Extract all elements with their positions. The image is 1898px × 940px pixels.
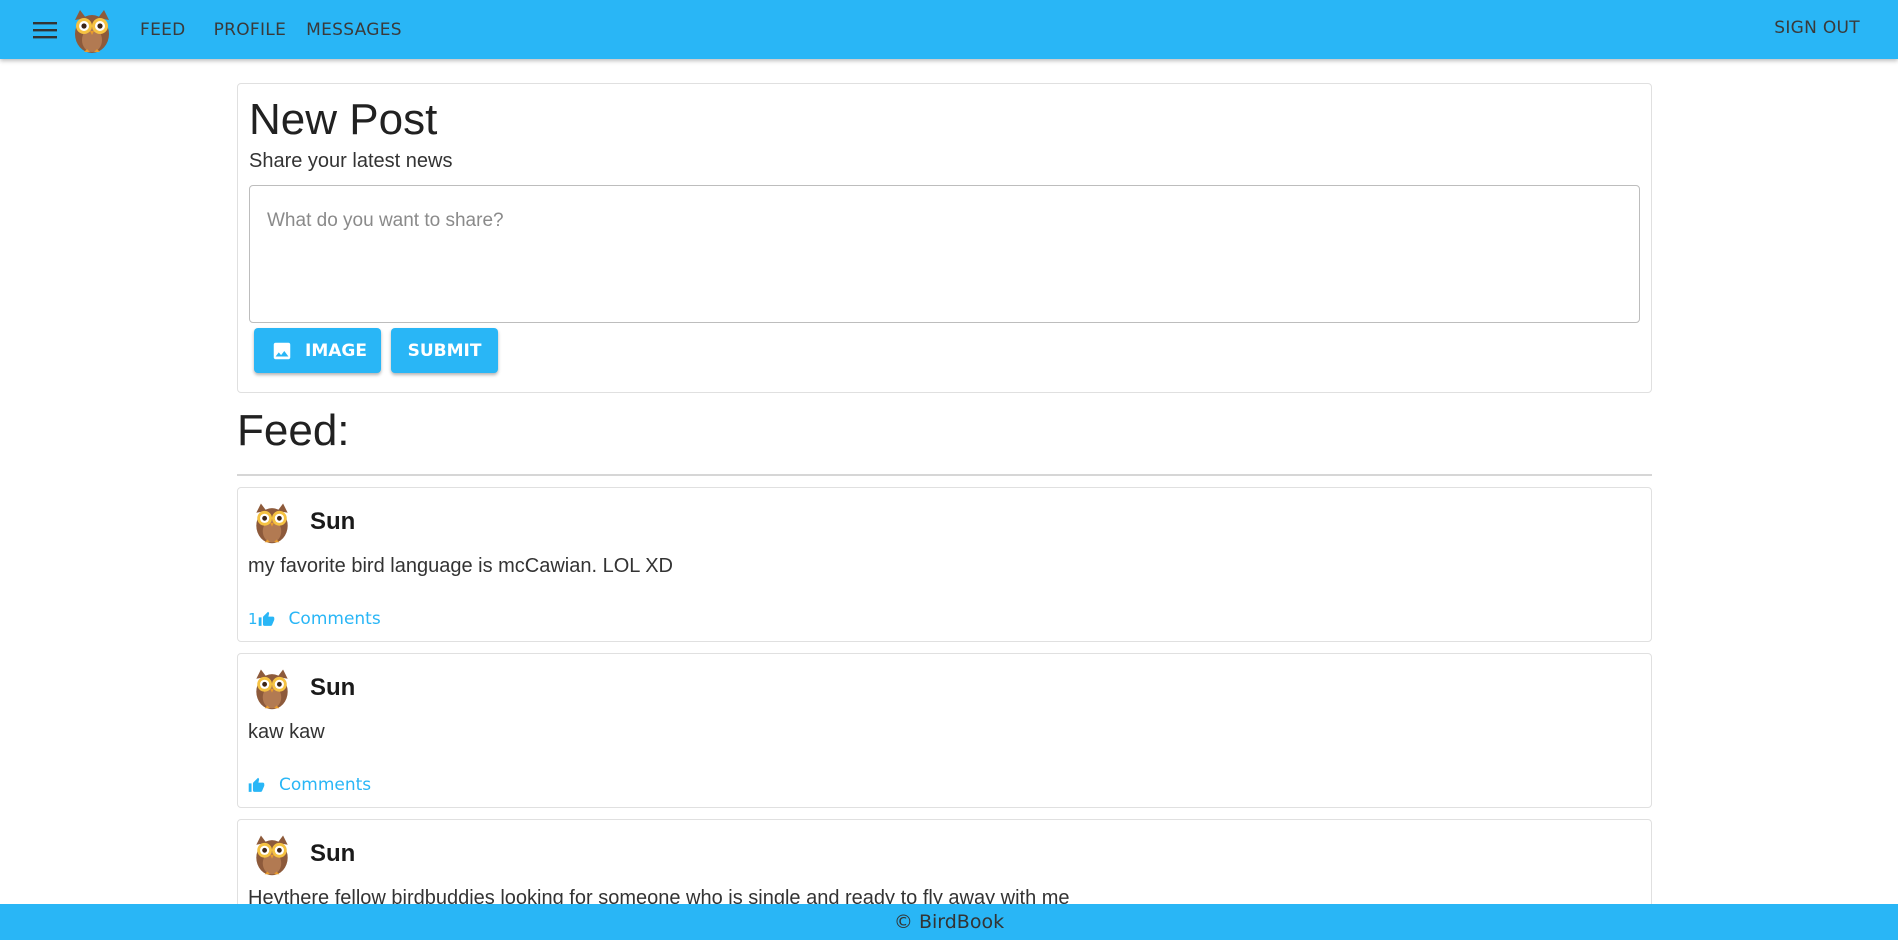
new-post-title: New Post <box>249 95 438 144</box>
like-button[interactable]: 1 <box>248 610 275 628</box>
post-header: Sun <box>248 663 1641 713</box>
image-icon <box>273 342 291 359</box>
nav-profile[interactable]: Profile <box>204 12 297 48</box>
new-post-subtitle: Share your latest news <box>249 150 453 172</box>
post-footer: 1 Comments <box>248 606 1641 632</box>
post-header: Sun <box>248 829 1641 879</box>
owl-avatar[interactable] <box>248 830 296 878</box>
thumb-up-icon <box>248 777 265 792</box>
nav-messages[interactable]: Messages <box>296 12 412 48</box>
nav-feed[interactable]: Feed <box>130 12 196 48</box>
like-count: 1 <box>248 610 258 628</box>
thumb-up-icon <box>258 611 274 626</box>
feed-divider <box>237 474 1652 476</box>
submit-button[interactable]: Submit <box>391 328 498 373</box>
post-author[interactable]: Sun <box>310 840 355 868</box>
new-post-card: New Post Share your latest news Image Su… <box>237 83 1652 393</box>
feed-title: Feed: <box>237 406 350 455</box>
top-app-bar: Feed Profile Messages Sign Out <box>0 0 1898 59</box>
owl-avatar[interactable] <box>248 498 296 546</box>
owl-logo[interactable] <box>66 4 118 56</box>
menu-icon[interactable] <box>30 15 60 45</box>
feed-post: Sun my favorite bird language is mcCawia… <box>237 487 1652 642</box>
post-author[interactable]: Sun <box>310 508 355 536</box>
post-text: kaw kaw <box>248 721 325 743</box>
like-button[interactable] <box>248 777 265 794</box>
post-text: my favorite bird language is mcCawian. L… <box>248 555 673 577</box>
comments-link[interactable]: Comments <box>289 609 381 629</box>
footer: © BirdBook <box>0 904 1898 940</box>
image-button-label: Image <box>305 340 367 361</box>
post-text-input[interactable] <box>249 185 1640 323</box>
feed-post: Sun kaw kaw Comments <box>237 653 1652 808</box>
sign-out-button[interactable]: Sign Out <box>1774 18 1860 38</box>
post-footer: Comments <box>248 772 1641 798</box>
image-upload-button[interactable]: Image <box>254 328 381 373</box>
main-nav: Feed Profile Messages <box>130 12 412 48</box>
comments-link[interactable]: Comments <box>279 775 371 795</box>
post-author[interactable]: Sun <box>310 674 355 702</box>
post-header: Sun <box>248 497 1641 547</box>
owl-avatar[interactable] <box>248 664 296 712</box>
new-post-actions: Image Submit <box>254 328 1640 373</box>
main-content: New Post Share your latest news Image Su… <box>237 83 1652 919</box>
